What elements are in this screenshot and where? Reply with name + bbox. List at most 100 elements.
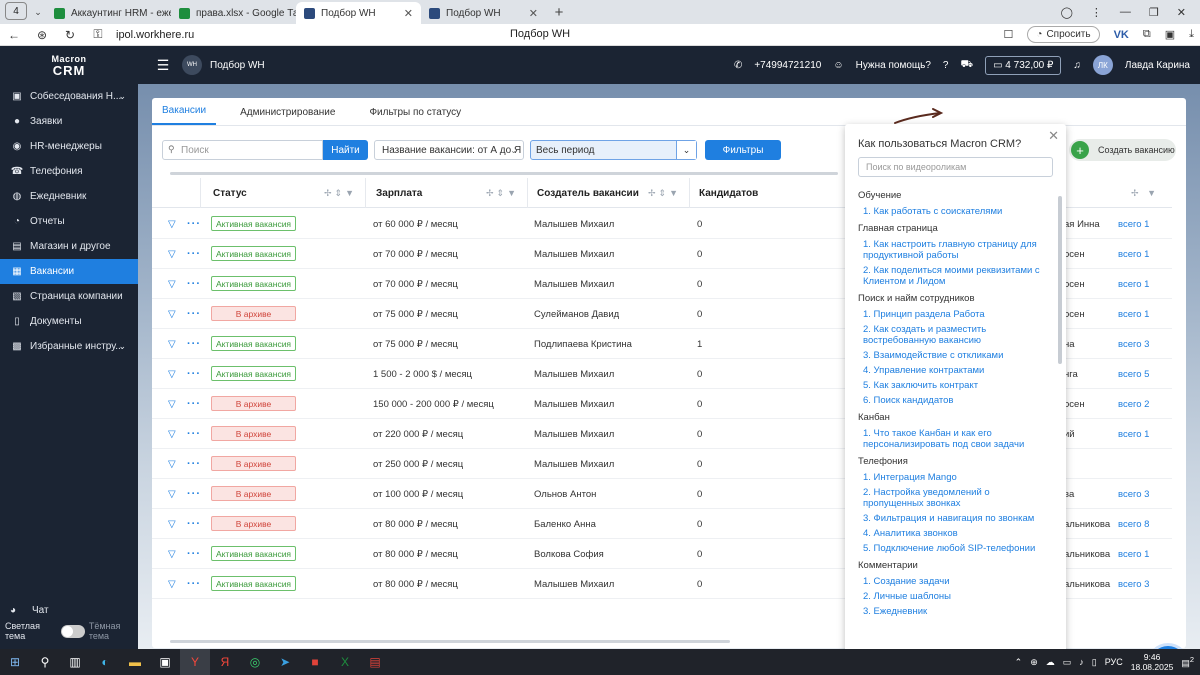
help-scrollbar[interactable] — [1058, 196, 1062, 364]
yandex-browser-icon[interactable]: Y — [180, 649, 210, 675]
help-video-link[interactable]: 2. Настройка уведомлений о пропущенных з… — [858, 487, 1051, 509]
filters-button[interactable]: Фильтры — [705, 140, 781, 160]
row-more-icon[interactable]: ··· — [187, 569, 201, 599]
create-vacancy-button[interactable]: + Создать вакансию — [1069, 139, 1176, 161]
sidebar-item[interactable]: ◔ Отчеты — [0, 209, 138, 234]
help-video-link[interactable]: 3. Фильтрация и навигация по звонкам — [858, 513, 1051, 524]
video-app-icon[interactable]: ■ — [300, 649, 330, 675]
downloads-icon[interactable]: ⤓ — [1189, 28, 1194, 41]
whatsapp-icon[interactable]: ◎ — [240, 649, 270, 675]
row-more-icon[interactable]: ··· — [187, 329, 201, 359]
row-filter-icon[interactable]: ▽ — [168, 479, 176, 509]
volume-icon[interactable]: ♪ — [1079, 657, 1084, 667]
help-video-link[interactable]: 1. Интеграция Mango — [858, 472, 1051, 483]
yandex-icon[interactable]: Я — [210, 649, 240, 675]
sidebar-item[interactable]: ▧ Страница компании — [0, 284, 138, 309]
row-filter-icon[interactable]: ▽ — [168, 569, 176, 599]
browser-tab[interactable]: Подбор WH ✕ — [296, 2, 421, 24]
excel-icon[interactable]: X — [330, 649, 360, 675]
close-icon[interactable]: ✕ — [1048, 128, 1059, 144]
menu-burger-icon[interactable]: ☰ — [148, 57, 178, 74]
sidebar-item[interactable]: ▦ Вакансии — [0, 259, 138, 284]
bookmark-icon[interactable]: ☐ — [1004, 28, 1014, 41]
row-filter-icon[interactable]: ▽ — [168, 419, 176, 449]
weather-icon[interactable]: ☁ — [1046, 657, 1055, 668]
close-tab-icon[interactable]: ✕ — [398, 7, 413, 20]
row-more-icon[interactable]: ··· — [187, 539, 201, 569]
row-filter-icon[interactable]: ▽ — [168, 539, 176, 569]
browser-menu-icon[interactable]: ⋮ — [1091, 6, 1102, 19]
sidebar-item[interactable]: ● Заявки — [0, 109, 138, 134]
row-filter-icon[interactable]: ▽ — [168, 359, 176, 389]
help-link[interactable]: Нужна помощь? — [856, 60, 931, 71]
help-video-link[interactable]: 5. Подключение любой SIP-телефонии — [858, 543, 1051, 554]
ask-button[interactable]: ◔ Спросить — [1027, 26, 1100, 43]
new-tab-plus-icon[interactable]: + — [550, 3, 568, 21]
close-tab-icon[interactable]: ✕ — [523, 7, 538, 20]
back-arrow-icon[interactable]: ← — [0, 28, 28, 42]
chevron-down-icon[interactable]: ⌄ — [118, 341, 126, 352]
subtab[interactable]: Фильтры по статусу — [359, 107, 471, 125]
row-more-icon[interactable]: ··· — [187, 509, 201, 539]
row-more-icon[interactable]: ··· — [187, 299, 201, 329]
row-more-icon[interactable]: ··· — [187, 239, 201, 269]
edge-icon[interactable]: ◐ — [90, 649, 120, 675]
keyboard-layout[interactable]: РУС — [1105, 657, 1123, 667]
help-video-link[interactable]: 4. Аналитика звонков — [858, 528, 1051, 539]
user-name[interactable]: Лавда Карина — [1125, 60, 1190, 71]
header-creator[interactable]: Создатель вакансии ✢⇕▼ — [528, 178, 690, 208]
row-more-icon[interactable]: ··· — [187, 359, 201, 389]
total-link[interactable]: всего 1 — [1118, 299, 1149, 329]
horizontal-scrollbar-top[interactable] — [170, 172, 838, 175]
row-filter-icon[interactable]: ▽ — [168, 449, 176, 479]
row-filter-icon[interactable]: ▽ — [168, 389, 176, 419]
close-window-icon[interactable]: ✕ — [1177, 6, 1186, 19]
sidebar-item[interactable]: ☎ Телефония — [0, 159, 138, 184]
tray-chevron-icon[interactable]: ⌃ — [1015, 657, 1023, 668]
browser-tab[interactable]: Аккаунтинг HRM - ежедн✕ — [46, 2, 171, 24]
battery-icon[interactable]: ▯ — [1092, 657, 1097, 668]
horizontal-scrollbar-bottom[interactable] — [170, 640, 730, 643]
workspace-avatar[interactable]: WH — [182, 55, 202, 75]
row-filter-icon[interactable]: ▽ — [168, 269, 176, 299]
balance-button[interactable]: ▭ 4 732,00 ₽ — [985, 55, 1062, 75]
profile-icon[interactable]: ◯ — [1061, 6, 1073, 19]
row-more-icon[interactable]: ··· — [187, 449, 201, 479]
sidebar-item[interactable]: ▯ Документы — [0, 309, 138, 334]
header-candidates[interactable]: Кандидатов ✢⇕ — [690, 178, 987, 208]
notifications-icon[interactable]: ▤2 — [1181, 655, 1194, 669]
total-link[interactable]: всего 1 — [1118, 209, 1149, 239]
tab-search-chevron-icon[interactable]: ⌄ — [30, 7, 46, 18]
help-video-link[interactable]: 5. Как заключить контракт — [858, 380, 1051, 391]
telegram-icon[interactable]: ➤ — [270, 649, 300, 675]
subtab[interactable]: Вакансии — [152, 105, 217, 125]
total-link[interactable]: всего 3 — [1118, 479, 1149, 509]
help-video-link[interactable]: 2. Как создать и разместить востребованн… — [858, 324, 1051, 346]
url-field[interactable]: ipol.workhere.ru — [116, 29, 194, 41]
sort-select[interactable]: Название вакансии: от А до Я ⌄ — [374, 140, 524, 160]
tab-count-button[interactable]: 4 — [5, 2, 27, 20]
row-filter-icon[interactable]: ▽ — [168, 329, 176, 359]
cart-icon[interactable]: ⛟ — [960, 59, 973, 72]
help-search-input[interactable]: Поиск по видеороликам — [858, 157, 1053, 177]
row-filter-icon[interactable]: ▽ — [168, 299, 176, 329]
header-salary[interactable]: Зарплата ✢⇕▼ — [366, 178, 528, 208]
column-controls-icon[interactable]: ✢⇕▼ — [486, 188, 519, 199]
sidebar-item[interactable]: ▣ Собеседования Н... ⌄ — [0, 84, 138, 109]
question-icon[interactable]: ? — [943, 60, 949, 71]
total-link[interactable]: всего 1 — [1118, 419, 1149, 449]
sidebar-item[interactable]: ▩ Избранные инстру... ⌄ — [0, 334, 138, 359]
clock[interactable]: 9:46 18.08.2025 — [1131, 652, 1174, 672]
network-icon[interactable]: ▭ — [1063, 657, 1072, 668]
total-link[interactable]: всего 3 — [1118, 329, 1149, 359]
total-link[interactable]: всего 2 — [1118, 389, 1149, 419]
total-link[interactable]: всего 8 — [1118, 509, 1149, 539]
column-controls-icon[interactable]: ✢ ▼ — [1131, 188, 1159, 199]
search-input[interactable]: ⚲ Поиск — [162, 140, 323, 160]
sidebar-item[interactable]: ▤ Магазин и другое — [0, 234, 138, 259]
tray-app-icon[interactable]: ⊕ — [1030, 657, 1038, 668]
column-controls-icon[interactable]: ✢⇕▼ — [648, 188, 681, 199]
help-video-link[interactable]: 1. Создание задачи — [858, 576, 1051, 587]
site-info-icon[interactable]: ⊛ — [28, 28, 56, 42]
file-explorer-icon[interactable]: ▬ — [120, 649, 150, 675]
